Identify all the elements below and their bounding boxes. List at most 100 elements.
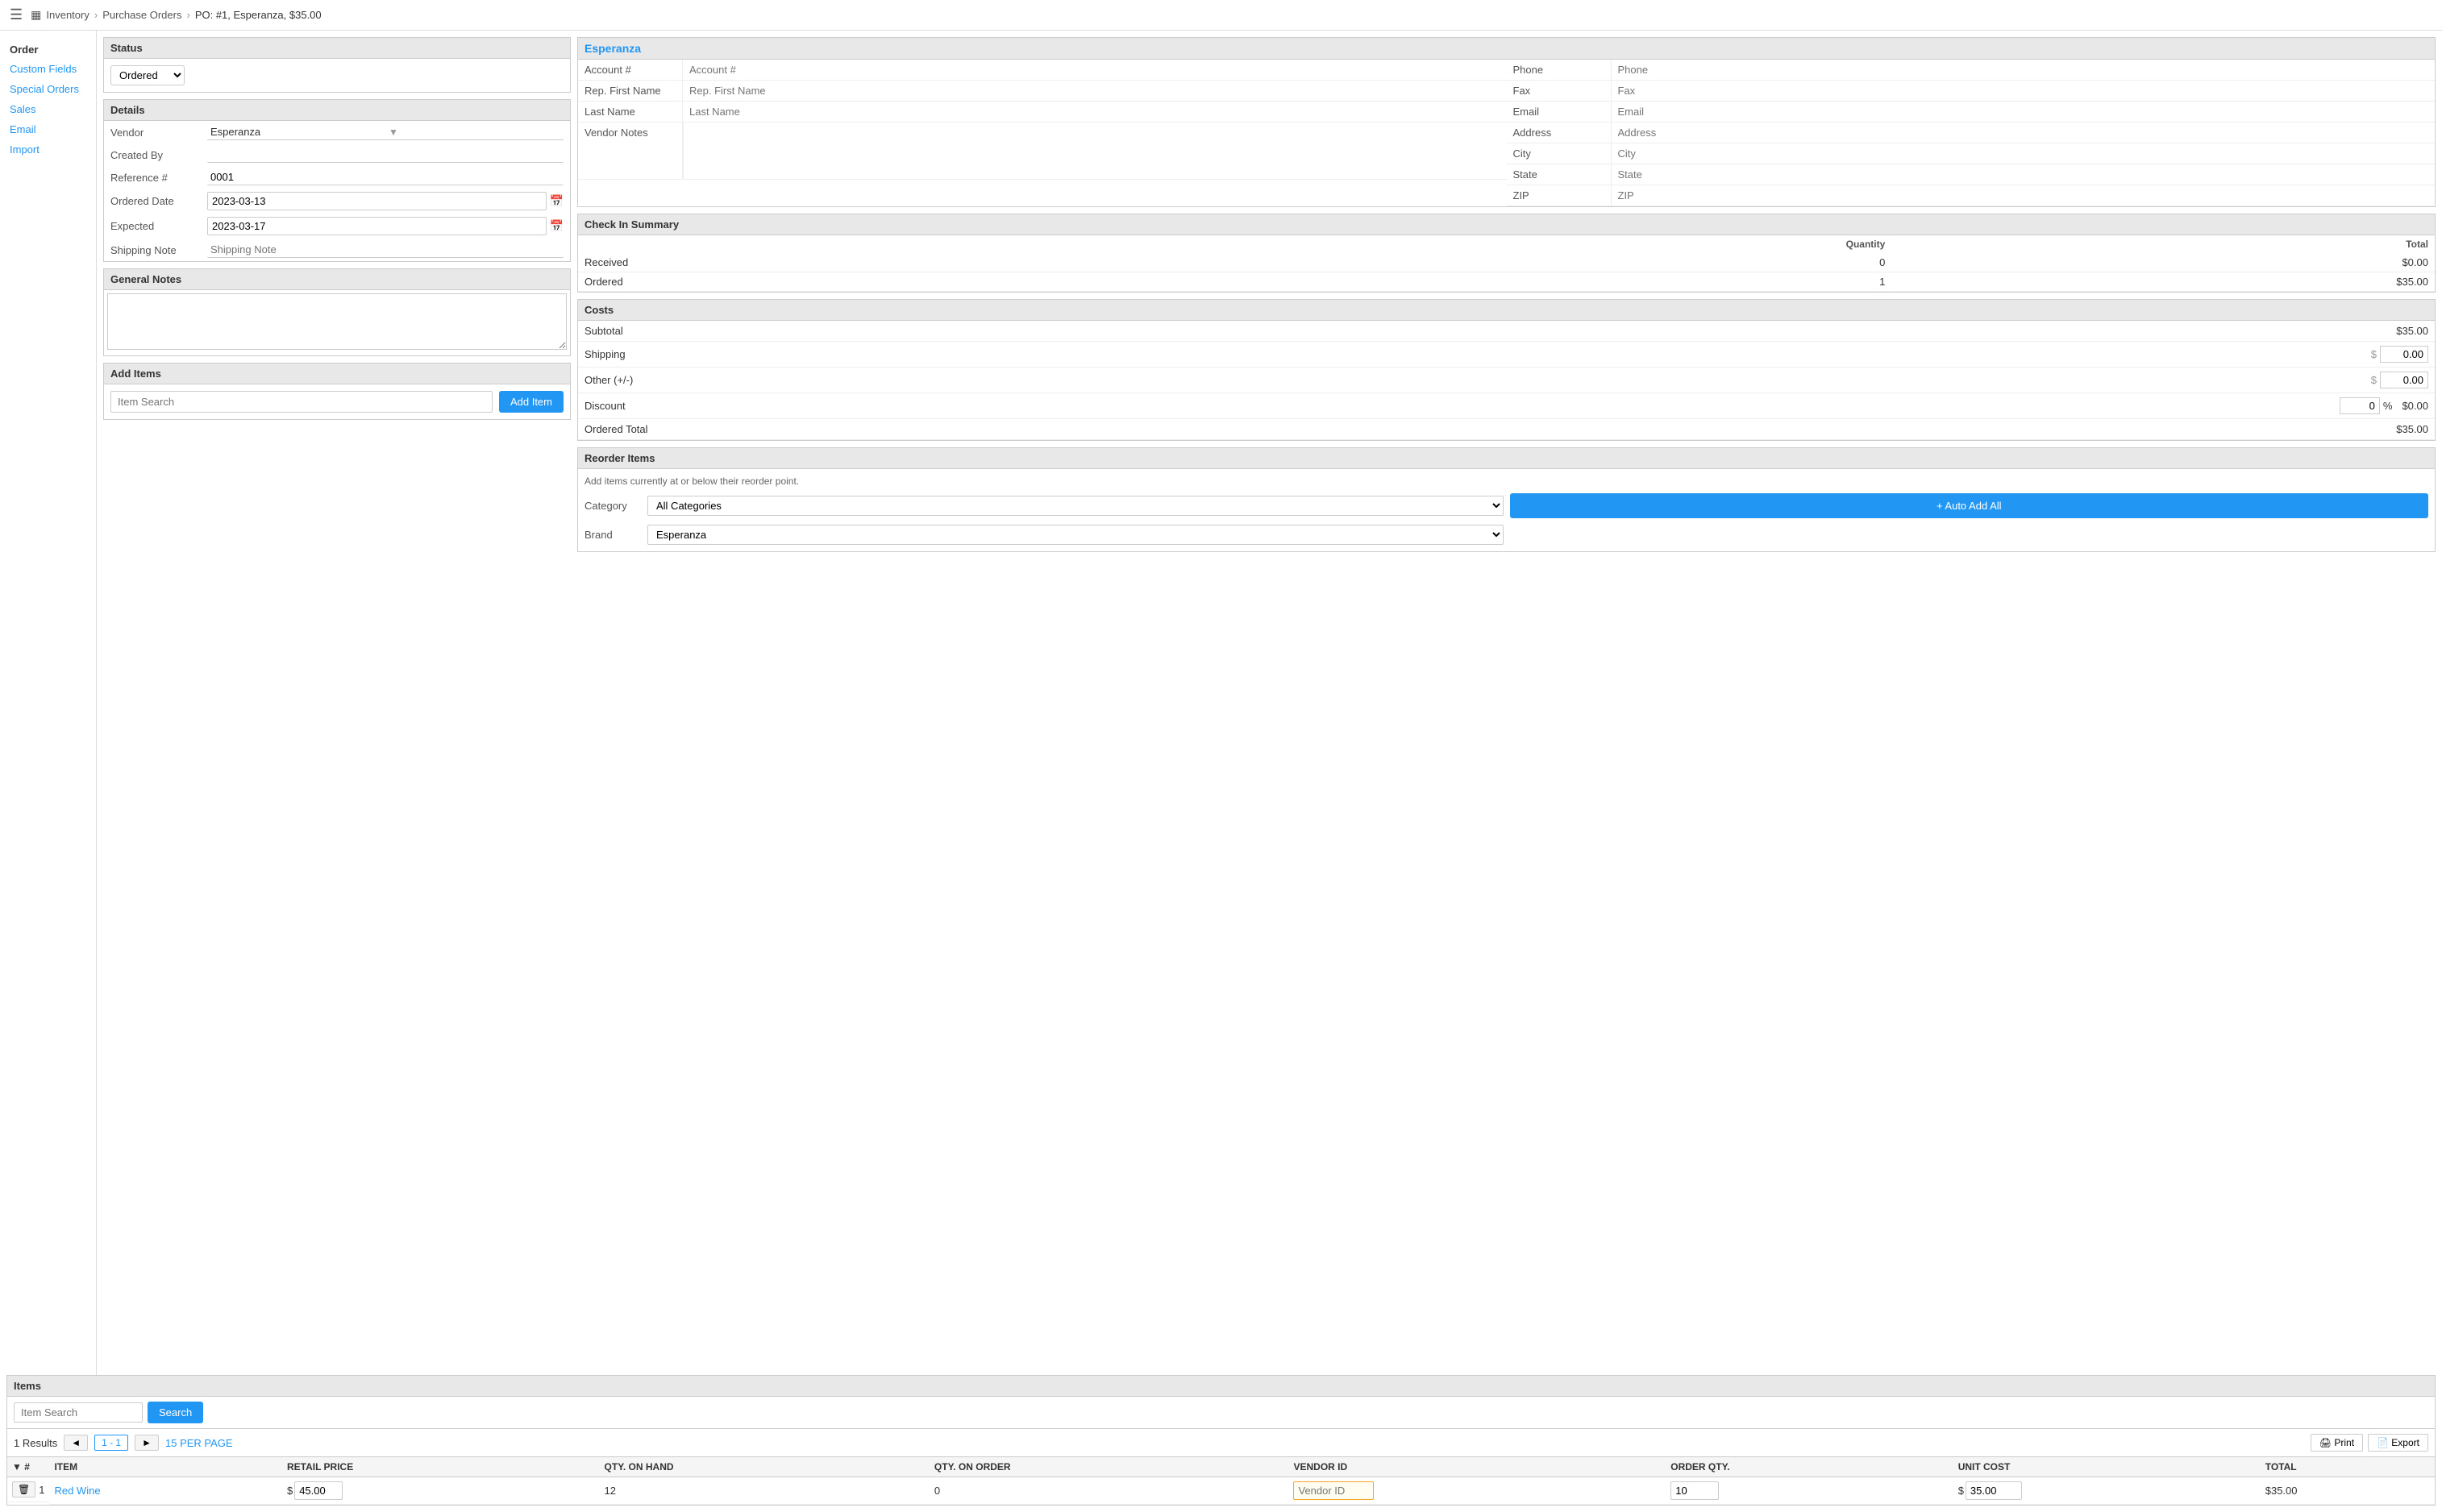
reorder-header: Reorder Items (578, 448, 2435, 469)
add-item-button[interactable]: Add Item (499, 391, 564, 413)
vendor-notes-textarea[interactable] (683, 123, 1507, 179)
col-item: ITEM (49, 1457, 282, 1477)
address-input[interactable] (1612, 123, 2436, 143)
items-pagination: 1 Results ◄ 1 - 1 ► 15 PER PAGE 🖨 Print … (7, 1429, 2435, 1457)
calendar-icon-2[interactable]: 📅 (550, 219, 564, 233)
other-label: Other (+/-) (578, 368, 1374, 393)
vendor-right-fields: Phone Fax Email Address (1507, 60, 2436, 206)
auto-add-wrap: + Auto Add All (1510, 493, 2429, 518)
shipping-note-value (201, 239, 570, 261)
other-input[interactable] (2380, 372, 2428, 388)
export-button[interactable]: 📄 Export (2368, 1434, 2428, 1452)
account-input[interactable] (683, 60, 1507, 80)
reference-input[interactable] (207, 169, 564, 185)
status-content: Ordered Received Pending Cancelled (104, 59, 570, 92)
other-dollar-sign: $ (2371, 374, 2377, 386)
subtotal-label: Subtotal (578, 321, 1374, 342)
brand-select[interactable]: Esperanza (647, 525, 1504, 545)
ordered-date-value: 📅 (201, 189, 570, 214)
row-vendor-id (1288, 1477, 1666, 1505)
items-search-input[interactable] (14, 1402, 143, 1423)
checkin-ordered-label: Ordered (578, 272, 1262, 292)
fax-input[interactable] (1612, 81, 2436, 101)
sidebar-item-special-orders[interactable]: Special Orders (0, 79, 96, 99)
discount-percent-input[interactable] (2340, 397, 2380, 414)
state-input[interactable] (1612, 164, 2436, 185)
category-select[interactable]: All Categories (647, 496, 1504, 516)
sidebar-item-import[interactable]: Import (0, 139, 96, 160)
vendor-field-address: Address (1507, 123, 2436, 143)
unit-cost-input[interactable] (1966, 1481, 2022, 1500)
reorder-category-wrap: Category All Categories (584, 496, 1504, 516)
subtotal-value: $35.00 (1374, 321, 2435, 342)
state-label: State (1507, 164, 1612, 185)
items-header: Items (7, 1376, 2435, 1397)
last-name-input[interactable] (683, 102, 1507, 122)
checkin-table: Quantity Total Received 0 $0.00 Ordered … (578, 235, 2435, 292)
col-sort: ▼ # (7, 1457, 49, 1477)
checkin-ordered-qty: 1 (1262, 272, 1891, 292)
print-button[interactable]: 🖨 Print (2311, 1434, 2363, 1452)
auto-add-button[interactable]: + Auto Add All (1510, 493, 2429, 518)
ordered-total-label: Ordered Total (578, 419, 1374, 440)
checkin-row-received: Received 0 $0.00 (578, 253, 2435, 272)
status-select[interactable]: Ordered Received Pending Cancelled (110, 65, 185, 85)
email-input[interactable] (1612, 102, 2436, 122)
vendor-field-notes: Vendor Notes (578, 123, 1507, 180)
phone-input[interactable] (1612, 60, 2436, 80)
sidebar-item-email[interactable]: Email (0, 119, 96, 139)
vendor-field-fax: Fax (1507, 81, 2436, 102)
sidebar-item-custom-fields[interactable]: Custom Fields (0, 59, 96, 79)
app-body: Order Custom Fields Special Orders Sales… (0, 31, 2442, 1375)
expected-date-input[interactable] (207, 217, 547, 235)
pagination-next[interactable]: ► (135, 1435, 159, 1451)
breadcrumb-sep-2: › (186, 9, 189, 21)
calendar-icon-1[interactable]: 📅 (550, 194, 564, 208)
address-label: Address (1507, 123, 1612, 143)
sidebar-item-sales[interactable]: Sales (0, 99, 96, 119)
right-column: Esperanza Account # Rep. First Name (577, 37, 2436, 1369)
email-label: Email (1507, 102, 1612, 122)
order-qty-input[interactable] (1670, 1481, 1719, 1500)
shipping-note-input[interactable] (207, 242, 564, 258)
retail-price-input[interactable] (294, 1481, 343, 1500)
breadcrumb-sep-1: › (94, 9, 98, 21)
add-items-section: Add Items Add Item (103, 363, 571, 420)
row-item-link[interactable]: Red Wine (54, 1485, 100, 1497)
vendor-field-email: Email (1507, 102, 2436, 123)
hamburger-menu[interactable]: ☰ (10, 6, 23, 23)
row-number: 1 (39, 1484, 44, 1496)
vendor-dropdown-arrow[interactable]: ▼ (385, 125, 564, 139)
per-page-link[interactable]: 15 PER PAGE (165, 1437, 233, 1449)
category-label: Category (584, 500, 641, 512)
ordered-date-input[interactable] (207, 192, 547, 210)
breadcrumb-inventory[interactable]: Inventory (46, 9, 89, 21)
breadcrumb-purchase-orders[interactable]: Purchase Orders (102, 9, 181, 21)
vendor-grid: Account # Rep. First Name Last Name (578, 60, 2435, 206)
created-by-value (201, 143, 570, 166)
rep-first-input[interactable] (683, 81, 1507, 101)
shipping-label: Shipping (578, 342, 1374, 368)
vendor-section: Esperanza Account # Rep. First Name (577, 37, 2436, 207)
details-section: Details Vendor Esperanza ▼ Created By (103, 99, 571, 262)
shipping-input[interactable] (2380, 346, 2428, 363)
items-table-header: ▼ # ITEM RETAIL PRICE QTY. ON HAND QTY. … (7, 1457, 2435, 1477)
items-search-button[interactable]: Search (148, 1402, 203, 1423)
add-item-search-input[interactable] (110, 391, 493, 413)
zip-input[interactable] (1612, 185, 2436, 206)
sort-icon[interactable]: ▼ # (12, 1461, 30, 1473)
shipping-note-label: Shipping Note (104, 239, 201, 261)
general-notes-textarea[interactable] (107, 293, 567, 350)
vendor-id-input[interactable] (1293, 1481, 1374, 1500)
row-delete-cell: 🗑 1 (7, 1477, 49, 1502)
pagination-prev[interactable]: ◄ (64, 1435, 88, 1451)
city-input[interactable] (1612, 143, 2436, 164)
vendor-left-fields: Account # Rep. First Name Last Name (578, 60, 1507, 206)
costs-section: Costs Subtotal $35.00 Shipping $ (577, 299, 2436, 441)
retail-price-dollar: $ (287, 1485, 293, 1497)
vendor-field-zip: ZIP (1507, 185, 2436, 206)
row-delete-button[interactable]: 🗑 (12, 1481, 35, 1497)
status-section: Status Ordered Received Pending Cancelle… (103, 37, 571, 93)
created-by-input[interactable] (207, 147, 564, 163)
col-unit-cost: UNIT COST (1953, 1457, 2261, 1477)
